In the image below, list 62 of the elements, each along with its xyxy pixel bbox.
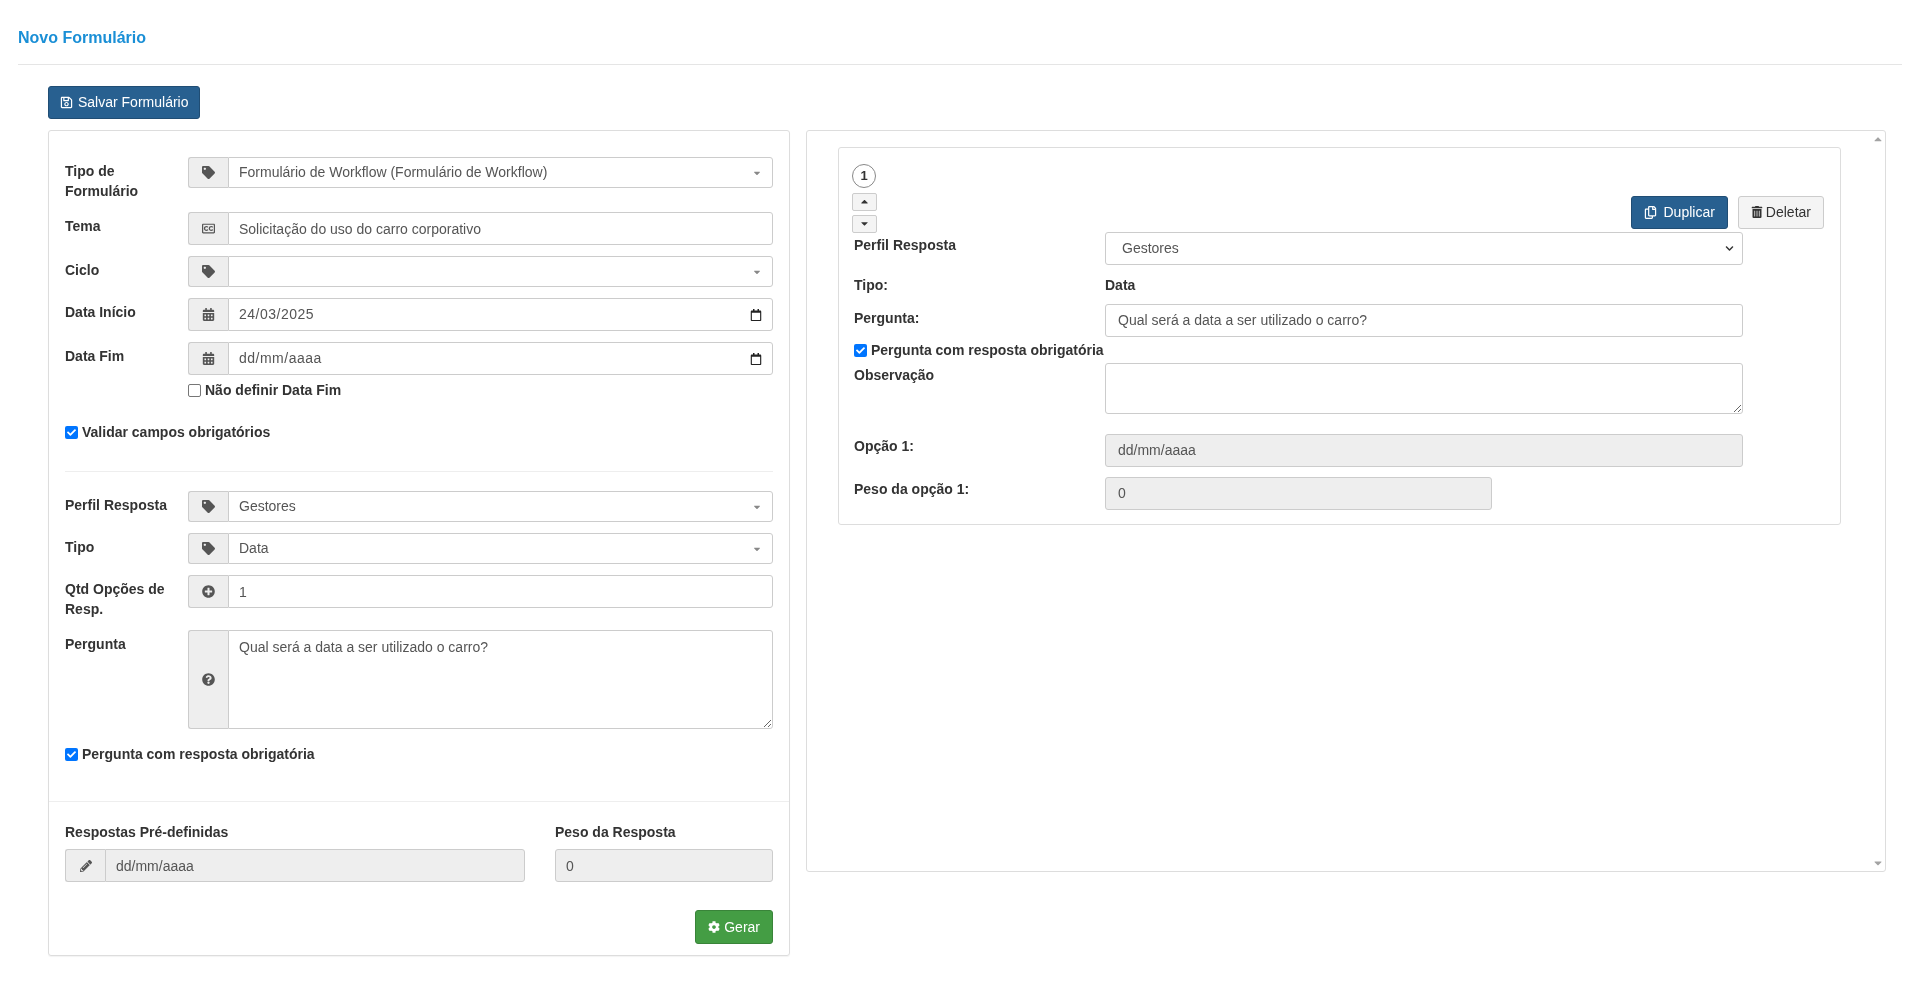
field-label: Peso da Resposta: [555, 823, 677, 842]
type-value: Data: [1105, 275, 1137, 295]
input-field[interactable]: 0: [1105, 476, 1492, 510]
input-field[interactable]: dd/mm/aaaa: [105, 849, 525, 882]
dropdown[interactable]: Data: [228, 533, 773, 564]
field-label: Tipo: [65, 538, 96, 557]
copy-icon: [1643, 205, 1657, 219]
field-label: Tema: [65, 217, 102, 236]
field-label: Data Fim: [65, 347, 126, 366]
dropdown[interactable]: Gestores: [228, 491, 773, 522]
field-label: Data Início: [65, 303, 137, 322]
chevron-icon: [1725, 243, 1734, 253]
field-label: Ciclo: [65, 261, 101, 280]
input-field[interactable]: 0: [555, 849, 773, 882]
save-button[interactable]: Salvar Formulário: [48, 86, 201, 119]
input-field[interactable]: 1: [228, 575, 773, 608]
checkbox-label: Validar campos obrigatórios: [82, 423, 271, 442]
move-down-button[interactable]: [852, 214, 877, 233]
id-card-icon: [202, 222, 215, 235]
checkbox[interactable]: [188, 384, 201, 397]
field-label: Pergunta: [65, 635, 127, 654]
checkbox-label: Pergunta com resposta obrigatória: [82, 745, 315, 764]
checkbox[interactable]: [854, 343, 867, 357]
checkbox[interactable]: [65, 748, 78, 761]
checkbox-label: Não definir Data Fim: [205, 381, 342, 400]
field-label: Respostas Pré-definidas: [65, 823, 230, 842]
tag-icon: [202, 542, 215, 555]
gear-icon: [708, 921, 721, 933]
input-field[interactable]: Qual será a data a ser utilizado o carro?: [1105, 303, 1743, 337]
page-title: Novo Formulário: [18, 28, 1902, 65]
field-label: Pergunta:: [854, 308, 921, 328]
field-label: Tipo:: [854, 275, 889, 295]
date-field[interactable]: 24/03/2025: [228, 298, 773, 331]
question-textarea[interactable]: Qual será a data a ser utilizado o carro?: [228, 630, 773, 729]
calendar-icon: [202, 352, 215, 365]
input-field[interactable]: Solicitação do uso do carro corporativo: [228, 212, 773, 245]
field-label: Opção 1:: [854, 436, 915, 456]
field-label: Perfil Resposta: [65, 496, 168, 515]
trash-icon: [1750, 206, 1763, 219]
input-field[interactable]: dd/mm/aaaa: [1105, 433, 1743, 467]
calendar-icon[interactable]: [750, 352, 762, 365]
field-label: Observação: [854, 365, 936, 385]
pencil-icon: [79, 859, 92, 872]
question-icon: [202, 673, 215, 686]
checkbox-label: Pergunta com resposta obrigatória: [871, 340, 1104, 360]
field-label: Tipo de Formulário: [65, 162, 140, 201]
tag-icon: [202, 265, 215, 278]
calendar-icon: [202, 308, 215, 321]
tag-icon: [202, 166, 215, 179]
checkbox[interactable]: [65, 426, 78, 439]
save-icon: [60, 96, 73, 109]
field-label: Qtd Opções de Resp.: [65, 580, 166, 619]
duplicate-button[interactable]: Duplicar: [1630, 195, 1728, 229]
delete-button[interactable]: Deletar: [1737, 195, 1824, 229]
field-label: Peso da opção 1:: [854, 479, 971, 499]
date-field[interactable]: dd/mm/aaaa: [228, 342, 773, 375]
move-up-button[interactable]: [852, 192, 877, 211]
tag-icon: [202, 500, 215, 513]
field-label: Perfil Resposta: [854, 235, 957, 255]
dropdown[interactable]: Formulário de Workflow (Formulário de Workflow): [228, 157, 773, 188]
calendar-icon[interactable]: [750, 308, 762, 321]
dropdown[interactable]: Gestores: [1105, 231, 1743, 265]
